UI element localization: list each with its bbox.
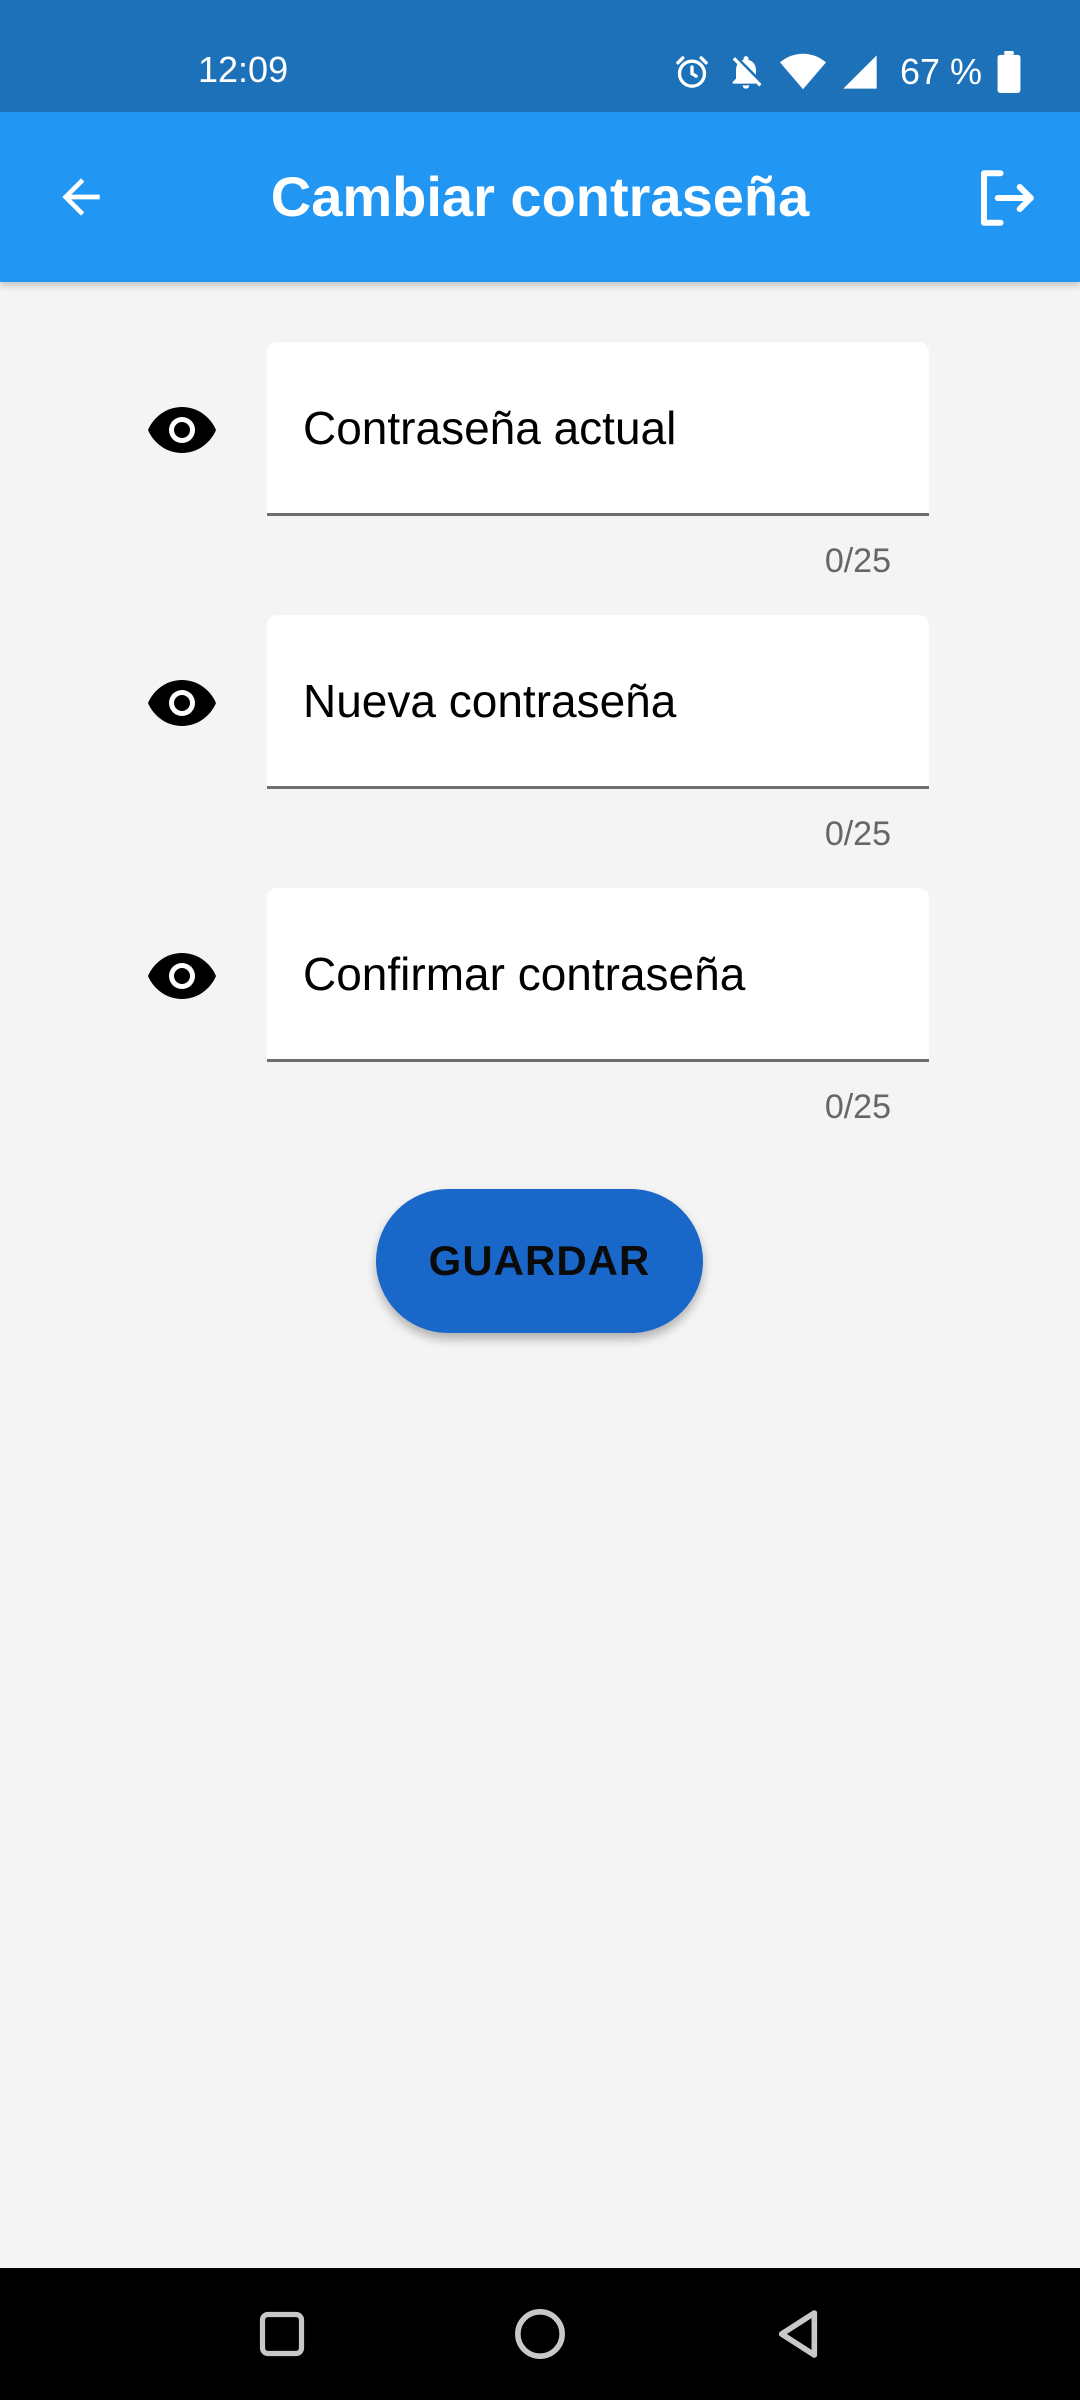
- system-navigation-bar: [0, 2268, 1080, 2400]
- status-time: 12:09: [198, 49, 289, 90]
- confirm-password-input[interactable]: [303, 888, 903, 1059]
- current-password-row: 0/25: [0, 342, 1080, 582]
- logout-button[interactable]: [968, 160, 1044, 236]
- back-button[interactable]: [46, 162, 116, 232]
- nav-back-button[interactable]: [758, 2294, 838, 2374]
- confirm-password-field[interactable]: [267, 888, 929, 1062]
- signal-icon: [840, 52, 880, 92]
- character-counter: 0/25: [824, 542, 891, 580]
- notifications-off-icon: [726, 52, 766, 92]
- new-password-field[interactable]: [267, 615, 929, 789]
- page-title: Cambiar contraseña: [270, 165, 810, 228]
- arrow-back-icon: [62, 178, 100, 216]
- recents-button[interactable]: [242, 2294, 322, 2374]
- new-password-row: 0/25: [0, 615, 1080, 855]
- battery-icon: [996, 51, 1022, 93]
- save-button[interactable]: GUARDAR: [376, 1189, 703, 1333]
- alarm-icon: [672, 52, 712, 92]
- character-counter: 0/25: [824, 815, 891, 853]
- eye-icon: [148, 407, 216, 453]
- home-circle-icon: [515, 2309, 565, 2359]
- toggle-visibility-button[interactable]: [146, 944, 218, 1008]
- toggle-visibility-button[interactable]: [146, 671, 218, 735]
- eye-icon: [148, 680, 216, 726]
- home-button[interactable]: [500, 2294, 580, 2374]
- new-password-input[interactable]: [303, 615, 903, 786]
- character-counter: 0/25: [824, 1088, 891, 1126]
- confirm-password-row: 0/25: [0, 888, 1080, 1128]
- logout-icon: [980, 170, 1034, 226]
- current-password-field[interactable]: [267, 342, 929, 516]
- wifi-icon: [779, 52, 826, 92]
- back-triangle-icon: [778, 2310, 818, 2358]
- recents-square-icon: [259, 2311, 305, 2357]
- status-bar: 12:09 67 %: [0, 0, 1080, 112]
- eye-icon: [148, 953, 216, 999]
- app-bar: Cambiar contraseña: [0, 112, 1080, 282]
- status-icons: 67 %: [672, 44, 1022, 100]
- battery-percentage: 67 %: [899, 51, 982, 92]
- current-password-input[interactable]: [303, 342, 903, 513]
- toggle-visibility-button[interactable]: [146, 398, 218, 462]
